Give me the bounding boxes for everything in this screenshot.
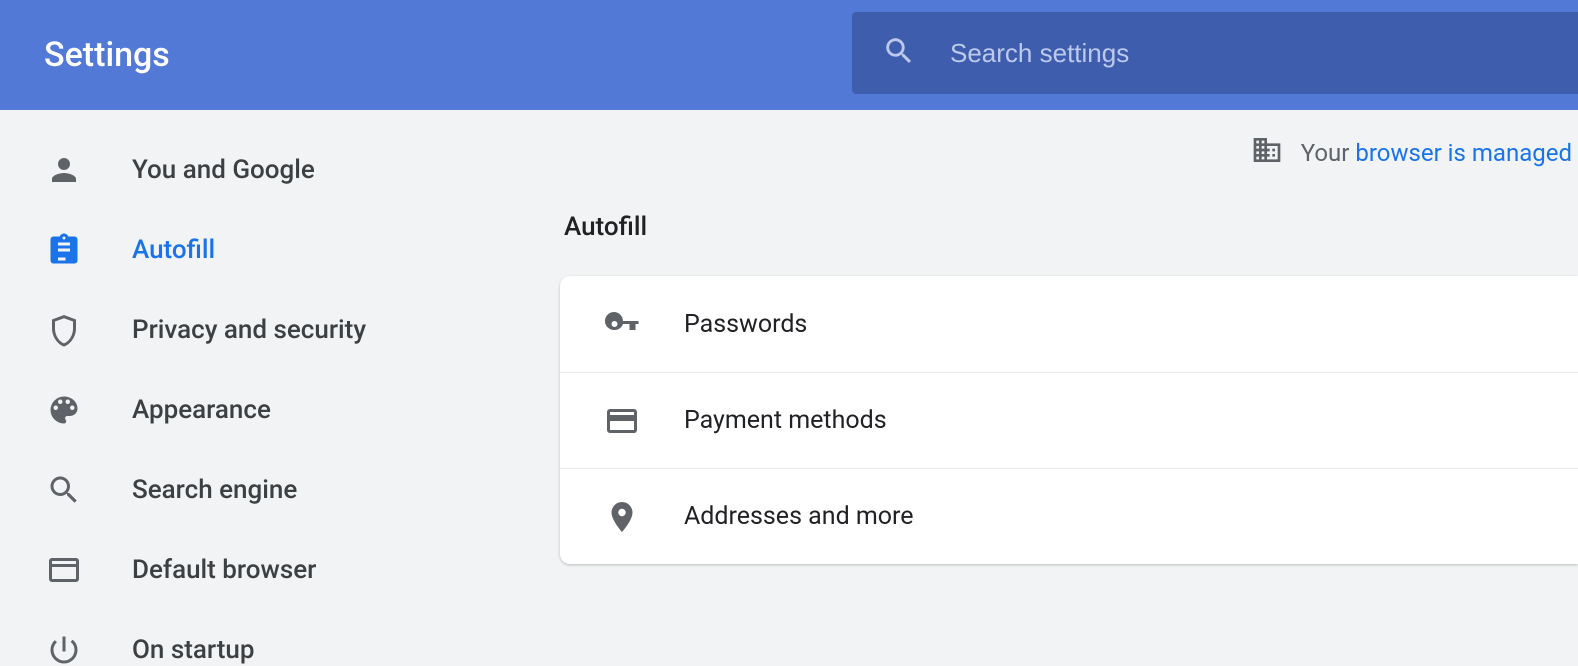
sidebar-item-search-engine[interactable]: Search engine <box>0 450 560 530</box>
sidebar-item-label: Search engine <box>132 475 297 505</box>
managed-prefix: Your <box>1301 139 1356 167</box>
power-icon <box>46 632 82 666</box>
sidebar-item-label: Autofill <box>132 235 215 265</box>
managed-link[interactable]: browser is managed <box>1355 139 1572 167</box>
sidebar-item-autofill[interactable]: Autofill <box>0 210 560 290</box>
search-input[interactable] <box>916 12 1578 94</box>
row-payment-methods[interactable]: Payment methods <box>560 372 1578 468</box>
search-icon <box>46 472 82 508</box>
settings-card: Passwords Payment methods Addresses and … <box>560 276 1578 564</box>
row-label: Payment methods <box>684 406 887 435</box>
person-icon <box>46 152 82 188</box>
sidebar-item-you-and-google[interactable]: You and Google <box>0 130 560 210</box>
section-title: Autofill <box>560 212 1578 242</box>
sidebar-item-on-startup[interactable]: On startup <box>0 610 560 666</box>
card-icon <box>604 403 640 439</box>
clipboard-icon <box>46 232 82 268</box>
palette-icon <box>46 392 82 428</box>
key-icon <box>604 306 640 342</box>
sidebar-item-label: Appearance <box>132 395 271 425</box>
row-label: Addresses and more <box>684 502 914 531</box>
shield-icon <box>46 312 82 348</box>
location-icon <box>604 499 640 535</box>
app-header: Settings <box>0 0 1578 110</box>
managed-notice: Your browser is managed <box>560 134 1578 172</box>
sidebar-item-label: You and Google <box>132 155 315 185</box>
row-label: Passwords <box>684 310 807 339</box>
page-title: Settings <box>44 35 170 75</box>
sidebar: You and Google Autofill Privacy and secu… <box>0 110 560 666</box>
main-content: Your browser is managed Autofill Passwor… <box>560 110 1578 666</box>
organization-icon <box>1251 134 1283 172</box>
browser-icon <box>46 552 82 588</box>
sidebar-item-label: On startup <box>132 635 254 665</box>
sidebar-item-label: Default browser <box>132 555 316 585</box>
row-passwords[interactable]: Passwords <box>560 276 1578 372</box>
search-icon <box>882 34 916 72</box>
sidebar-item-appearance[interactable]: Appearance <box>0 370 560 450</box>
search-box[interactable] <box>852 12 1578 94</box>
row-addresses-and-more[interactable]: Addresses and more <box>560 468 1578 564</box>
managed-text: Your browser is managed <box>1301 139 1572 167</box>
sidebar-item-privacy-and-security[interactable]: Privacy and security <box>0 290 560 370</box>
sidebar-item-label: Privacy and security <box>132 315 366 345</box>
sidebar-item-default-browser[interactable]: Default browser <box>0 530 560 610</box>
